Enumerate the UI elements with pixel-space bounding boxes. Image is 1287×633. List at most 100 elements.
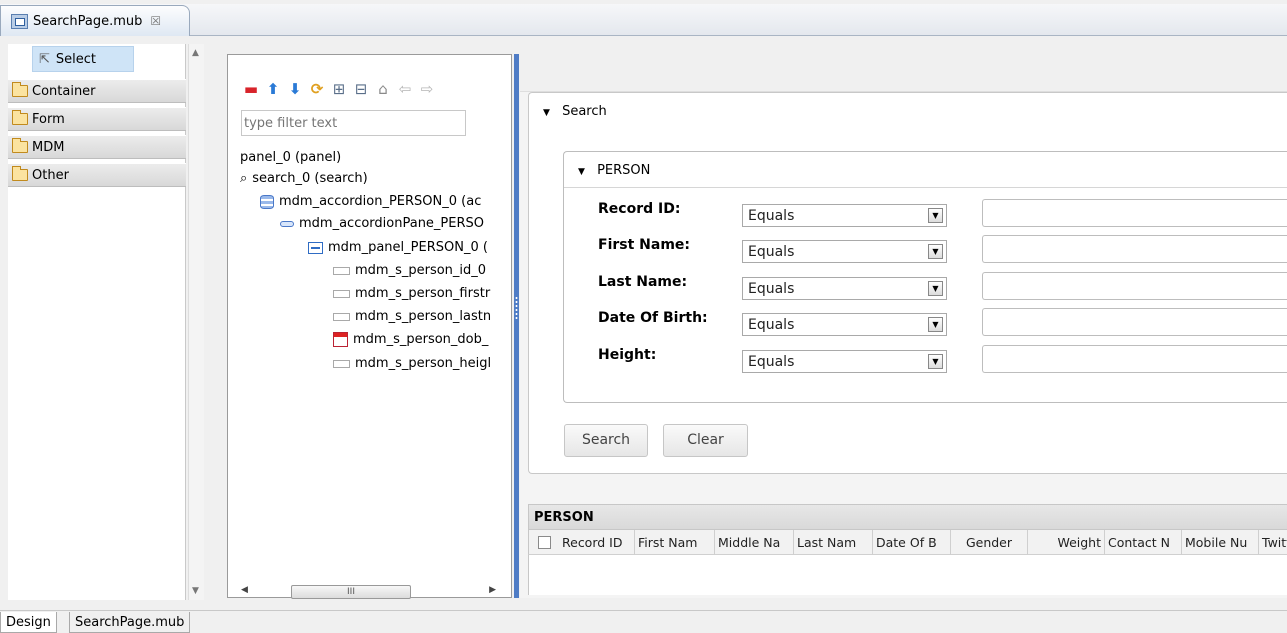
- forward-icon[interactable]: ⇨: [419, 81, 435, 97]
- scroll-thumb[interactable]: III: [291, 585, 411, 599]
- tree-node-label: mdm_s_person_id_0: [355, 263, 487, 278]
- value-input[interactable]: [982, 235, 1287, 263]
- palette-drawer-container[interactable]: Container: [8, 79, 186, 103]
- dropdown-arrow-icon[interactable]: ▼: [928, 208, 943, 223]
- sash-grip[interactable]: [515, 296, 518, 320]
- column-header[interactable]: Last Nam: [794, 530, 873, 555]
- text-field-icon: [333, 359, 350, 368]
- operator-select[interactable]: Equals ▼: [742, 350, 947, 373]
- filter-input[interactable]: [241, 110, 466, 136]
- operator-select[interactable]: Equals ▼: [742, 313, 947, 336]
- field-row-record-id: Record ID: Equals ▼: [564, 197, 1287, 227]
- drawer-label: Form: [32, 111, 65, 127]
- tree-node-accordion[interactable]: mdm_accordion_PERSON_0 (ac: [260, 194, 481, 209]
- field-row-date-of-birth: Date Of Birth: Equals ▼: [564, 306, 1287, 336]
- select-tool[interactable]: ⇱ Select: [32, 46, 134, 72]
- tree-node-person-lastname[interactable]: mdm_s_person_lastn: [333, 309, 491, 324]
- tree-node-search[interactable]: ⌕ search_0 (search): [240, 171, 368, 186]
- tree-node-person-dob[interactable]: mdm_s_person_dob_: [333, 332, 488, 347]
- field-row-height: Height: Equals ▼: [564, 343, 1287, 373]
- editor-tab-bar: SearchPage.mub ☒: [0, 0, 1287, 36]
- operator-select[interactable]: Equals ▼: [742, 204, 947, 227]
- value-input[interactable]: [982, 345, 1287, 373]
- tab-source[interactable]: SearchPage.mub: [69, 612, 191, 633]
- operator-value: Equals: [748, 317, 795, 333]
- results-grid-title: PERSON: [528, 504, 1287, 530]
- tree-node-accordion-pane[interactable]: mdm_accordionPane_PERSO: [280, 216, 484, 231]
- dropdown-arrow-icon[interactable]: ▼: [928, 281, 943, 296]
- dropdown-arrow-icon[interactable]: ▼: [928, 354, 943, 369]
- scroll-right-icon[interactable]: ▶: [489, 585, 496, 595]
- design-preview: ▼ Search ▼ PERSON Record ID: Equals ▼ Fir…: [520, 54, 1287, 598]
- tree-node-person-height[interactable]: mdm_s_person_heigl: [333, 356, 491, 371]
- column-header[interactable]: Date Of B: [873, 530, 951, 555]
- tab-design[interactable]: Design: [0, 612, 57, 633]
- tree-node-label: mdm_s_person_dob_: [353, 332, 489, 347]
- text-field-icon: [333, 312, 350, 321]
- scroll-up-icon[interactable]: ▲: [192, 48, 199, 58]
- tab-strip: [0, 4, 1287, 36]
- clear-button[interactable]: Clear: [663, 424, 748, 457]
- move-down-icon[interactable]: ⬇: [287, 81, 303, 97]
- select-tool-label: Select: [55, 51, 97, 67]
- editor-tab-searchpage[interactable]: SearchPage.mub ☒: [0, 5, 190, 36]
- home-icon[interactable]: ⌂: [375, 81, 391, 97]
- dropdown-arrow-icon[interactable]: ▼: [928, 244, 943, 259]
- value-input[interactable]: [982, 272, 1287, 300]
- refresh-icon[interactable]: ⟳: [309, 81, 325, 97]
- drawer-label: MDM: [32, 139, 65, 155]
- palette-drawer-other[interactable]: Other: [8, 163, 186, 187]
- calendar-icon: [333, 332, 348, 347]
- search-panel-header[interactable]: ▼ Search: [543, 104, 607, 119]
- dropdown-arrow-icon[interactable]: ▼: [928, 317, 943, 332]
- expand-all-icon[interactable]: ⊞: [331, 81, 347, 97]
- drawer-label: Other: [32, 167, 69, 183]
- column-header[interactable]: Middle Na: [715, 530, 794, 555]
- sash[interactable]: [514, 54, 519, 598]
- tree-node-label: search_0 (search): [252, 171, 368, 186]
- tree-node-panel[interactable]: panel_0 (panel): [240, 150, 341, 165]
- operator-select[interactable]: Equals ▼: [742, 240, 947, 263]
- field-row-first-name: First Name: Equals ▼: [564, 233, 1287, 263]
- folder-icon: [12, 110, 28, 125]
- scroll-down-icon[interactable]: ▼: [192, 586, 199, 596]
- tree-node-label: mdm_accordion_PERSON_0 (ac: [279, 194, 482, 209]
- collapse-all-icon[interactable]: ⊟: [353, 81, 369, 97]
- column-header[interactable]: Twitt: [1259, 530, 1287, 555]
- operator-value: Equals: [748, 281, 795, 297]
- tree-node-panel-person[interactable]: mdm_panel_PERSON_0 (: [308, 240, 488, 255]
- palette-drawer-mdm[interactable]: MDM: [8, 135, 186, 159]
- tree-node-person-firstname[interactable]: mdm_s_person_firstr: [333, 286, 490, 301]
- operator-value: Equals: [748, 208, 795, 224]
- tree-node-label: mdm_panel_PERSON_0 (: [328, 240, 488, 255]
- tree-node-person-id[interactable]: mdm_s_person_id_0: [333, 263, 486, 278]
- accordion-pane-icon: [280, 220, 294, 227]
- tree-node-label: mdm_s_person_lastn: [355, 309, 492, 324]
- column-header[interactable]: Weight: [1028, 530, 1105, 555]
- remove-icon[interactable]: ▬: [243, 81, 259, 97]
- value-input[interactable]: [982, 199, 1287, 227]
- field-label: Last Name:: [598, 274, 688, 290]
- outline-horizontal-scrollbar[interactable]: ◀ III ▶: [241, 582, 496, 602]
- column-header[interactable]: Mobile Nu: [1182, 530, 1259, 555]
- column-header[interactable]: Gender: [951, 530, 1028, 555]
- palette-scrollbar[interactable]: ▲ ▼: [188, 44, 204, 600]
- search-button[interactable]: Search: [564, 424, 648, 457]
- column-header[interactable]: Record ID: [559, 530, 635, 555]
- value-input[interactable]: [982, 308, 1287, 336]
- scroll-left-icon[interactable]: ◀: [241, 585, 248, 595]
- person-accordion-header[interactable]: ▼ PERSON: [564, 152, 1287, 188]
- outline-panel: ▬ ⬆ ⬇ ⟳ ⊞ ⊟ ⌂ ⇦ ⇨ panel_0 (panel) ⌕ sear…: [227, 54, 512, 599]
- column-header[interactable]: Contact N: [1105, 530, 1182, 555]
- operator-select[interactable]: Equals ▼: [742, 277, 947, 300]
- move-up-icon[interactable]: ⬆: [265, 81, 281, 97]
- select-all-checkbox[interactable]: [538, 536, 551, 549]
- close-tab-icon[interactable]: ☒: [150, 14, 161, 28]
- column-header[interactable]: First Nam: [635, 530, 715, 555]
- tree-node-label: mdm_s_person_firstr: [355, 286, 491, 301]
- accordion-icon: [260, 194, 274, 209]
- palette-drawer-form[interactable]: Form: [8, 107, 186, 131]
- back-icon[interactable]: ⇦: [397, 81, 413, 97]
- results-grid-body: [528, 555, 1287, 595]
- outline-toolbar: ▬ ⬆ ⬇ ⟳ ⊞ ⊟ ⌂ ⇦ ⇨: [243, 79, 435, 99]
